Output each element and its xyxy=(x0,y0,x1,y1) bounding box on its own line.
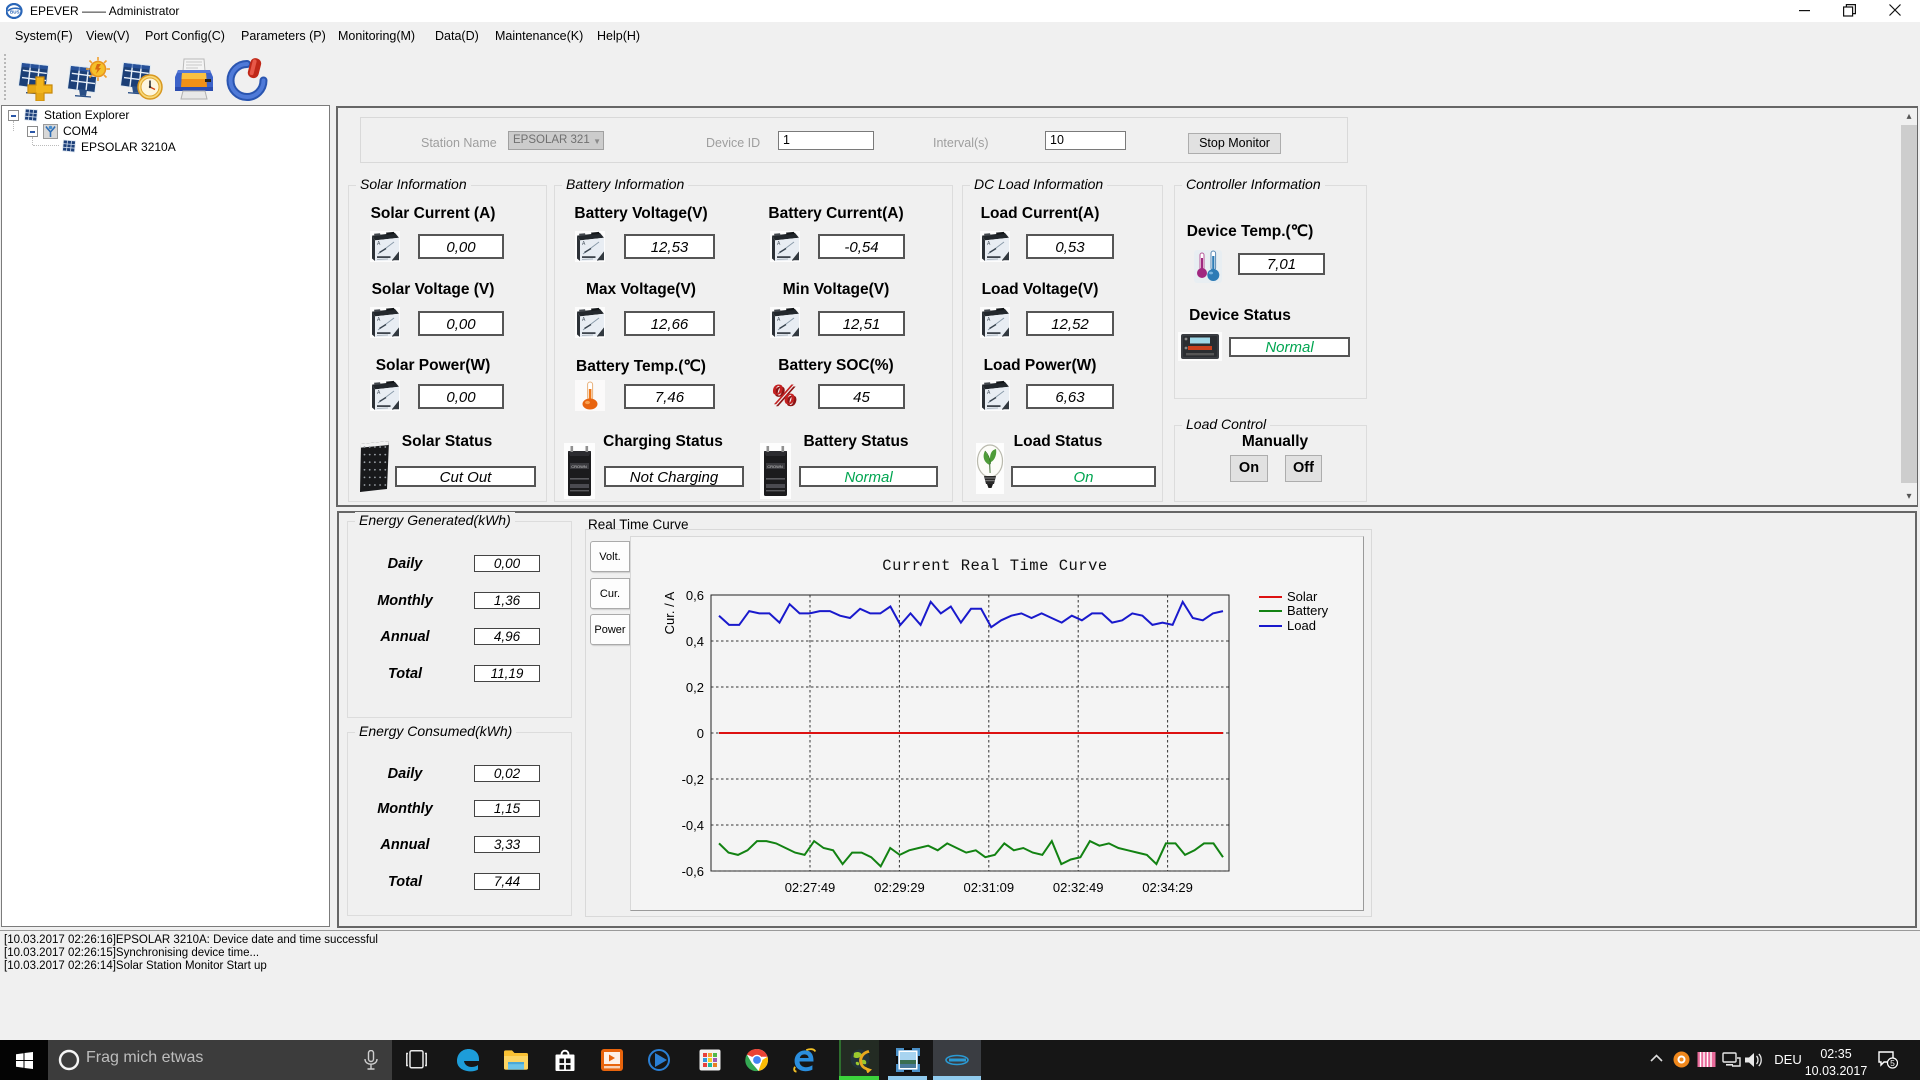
svg-text:02:31:09: 02:31:09 xyxy=(963,880,1014,895)
svg-text:02:27:49: 02:27:49 xyxy=(785,880,836,895)
svg-text:-0,6: -0,6 xyxy=(682,864,704,879)
svg-text:5: 5 xyxy=(1890,1058,1895,1068)
svg-text:Solar: Solar xyxy=(1287,589,1318,604)
svg-text:CROWN: CROWN xyxy=(571,464,587,469)
svg-text:Battery: Battery xyxy=(1287,603,1329,618)
svg-text:Load: Load xyxy=(1287,618,1316,633)
svg-text:0,2: 0,2 xyxy=(686,680,704,695)
svg-text:0,4: 0,4 xyxy=(686,634,704,649)
svg-text:02:34:29: 02:34:29 xyxy=(1142,880,1193,895)
svg-text:02:32:49: 02:32:49 xyxy=(1053,880,1104,895)
svg-text:-0,4: -0,4 xyxy=(682,818,704,833)
svg-text:CROWN: CROWN xyxy=(767,464,783,469)
svg-text:%: % xyxy=(771,380,796,411)
svg-text:0,6: 0,6 xyxy=(686,588,704,603)
svg-text:Current Real Time Curve: Current Real Time Curve xyxy=(882,557,1107,575)
svg-text:-0,2: -0,2 xyxy=(682,772,704,787)
svg-text:02:29:29: 02:29:29 xyxy=(874,880,925,895)
svg-text:0: 0 xyxy=(697,726,704,741)
svg-text:BUS: BUS xyxy=(10,10,20,15)
svg-text:Cur. / A: Cur. / A xyxy=(662,591,677,634)
